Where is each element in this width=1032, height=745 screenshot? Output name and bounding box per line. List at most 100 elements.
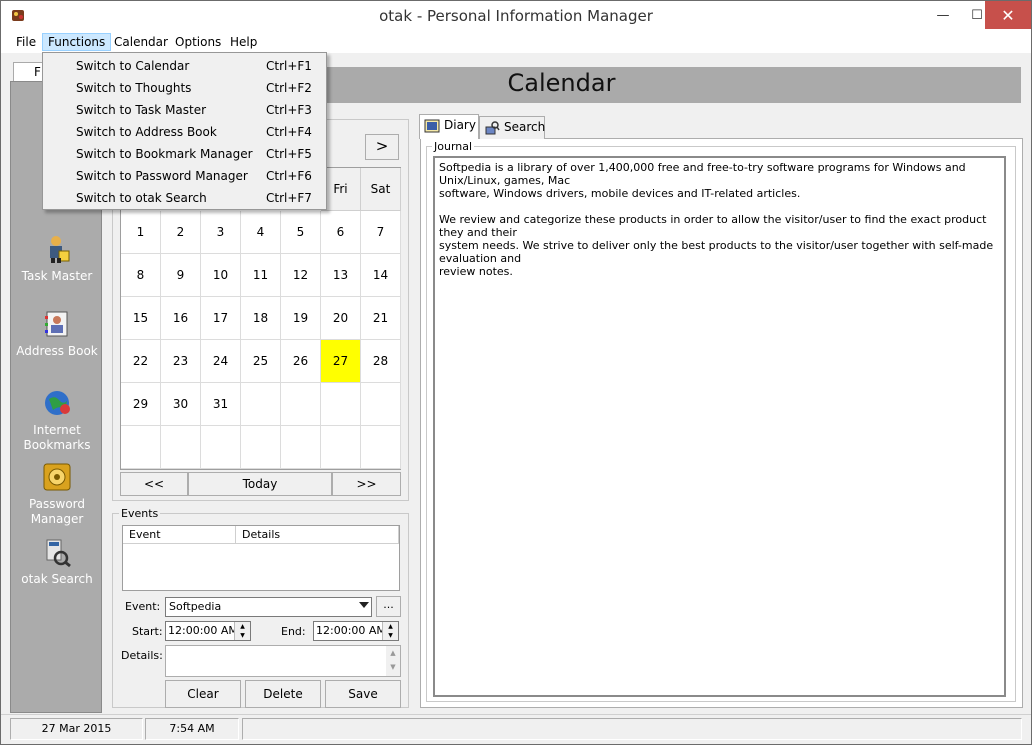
calendar-day-9[interactable]: 9: [161, 254, 201, 297]
calendar-day-empty[interactable]: [121, 426, 161, 469]
menu-item-switch-address-book[interactable]: Switch to Address Book Ctrl+F4: [43, 121, 326, 143]
calendar-day-20[interactable]: 20: [321, 297, 361, 340]
calendar-day-28[interactable]: 28: [361, 340, 401, 383]
password-safe-icon: [43, 463, 71, 491]
next-month-button[interactable]: >: [365, 134, 399, 160]
calendar-day-24[interactable]: 24: [201, 340, 241, 383]
calendar-day-7[interactable]: 7: [361, 211, 401, 254]
menu-item-switch-task-master[interactable]: Switch to Task Master Ctrl+F3: [43, 99, 326, 121]
calendar-day-empty[interactable]: [361, 383, 401, 426]
end-label: End:: [281, 625, 306, 638]
journal-textarea[interactable]: Softpedia is a library of over 1,400,000…: [433, 156, 1006, 697]
event-combo[interactable]: Softpedia: [165, 597, 372, 617]
calendar-day-10[interactable]: 10: [201, 254, 241, 297]
calendar-day-empty[interactable]: [361, 426, 401, 469]
end-time-value: 12:00:00 AM: [316, 624, 386, 637]
calendar-day-3[interactable]: 3: [201, 211, 241, 254]
calendar-day-4[interactable]: 4: [241, 211, 281, 254]
calendar-day-22[interactable]: 22: [121, 340, 161, 383]
calendar-day-17[interactable]: 17: [201, 297, 241, 340]
calendar-day-21[interactable]: 21: [361, 297, 401, 340]
column-details[interactable]: Details: [236, 526, 399, 544]
title-bar[interactable]: otak - Personal Information Manager — ☐ …: [1, 1, 1031, 31]
calendar-day-15[interactable]: 15: [121, 297, 161, 340]
sidebar-item-label: Internet Bookmarks: [23, 423, 91, 452]
sidebar-item-bookmarks[interactable]: Internet Bookmarks: [11, 387, 103, 453]
calendar-day-11[interactable]: 11: [241, 254, 281, 297]
calendar-day-empty[interactable]: [321, 383, 361, 426]
calendar-day-19[interactable]: 19: [281, 297, 321, 340]
column-event[interactable]: Event: [123, 526, 236, 544]
calendar-day-30[interactable]: 30: [161, 383, 201, 426]
menu-calendar[interactable]: Calendar: [109, 33, 173, 51]
menu-item-switch-bookmark-manager[interactable]: Switch to Bookmark Manager Ctrl+F5: [43, 143, 326, 165]
sidebar-item-address-book[interactable]: Address Book: [11, 308, 103, 359]
calendar-day-26[interactable]: 26: [281, 340, 321, 383]
calendar-day-14[interactable]: 14: [361, 254, 401, 297]
menu-help[interactable]: Help: [225, 33, 262, 51]
menu-file[interactable]: File: [11, 33, 41, 51]
calendar-day-empty[interactable]: [281, 383, 321, 426]
events-list[interactable]: Event Details: [122, 525, 400, 591]
menu-item-switch-otak-search[interactable]: Switch to otak Search Ctrl+F7: [43, 187, 326, 209]
event-more-button[interactable]: ...: [376, 596, 401, 617]
calendar-day-12[interactable]: 12: [281, 254, 321, 297]
sidebar-item-otak-search[interactable]: otak Search: [11, 536, 103, 587]
calendar-day-1[interactable]: 1: [121, 211, 161, 254]
address-book-icon: [45, 311, 68, 337]
calendar-day-empty[interactable]: [241, 426, 281, 469]
app-window: otak - Personal Information Manager — ☐ …: [0, 0, 1032, 745]
chevron-down-icon[interactable]: [359, 602, 369, 608]
menu-item-switch-calendar[interactable]: Switch to Calendar Ctrl+F1: [43, 55, 326, 77]
calendar-day-27[interactable]: 27: [321, 340, 361, 383]
menu-item-switch-thoughts[interactable]: Switch to Thoughts Ctrl+F2: [43, 77, 326, 99]
menu-functions[interactable]: Functions: [42, 33, 112, 51]
today-button[interactable]: Today: [188, 472, 332, 496]
calendar-day-8[interactable]: 8: [121, 254, 161, 297]
sidebar-item-password-manager[interactable]: Password Manager: [11, 461, 103, 527]
save-button[interactable]: Save: [325, 680, 401, 708]
calendar-day-13[interactable]: 13: [321, 254, 361, 297]
tab-search[interactable]: Search: [479, 116, 545, 139]
details-input[interactable]: ▲ ▼: [165, 645, 401, 677]
close-button[interactable]: ✕: [985, 1, 1031, 29]
calendar-day-5[interactable]: 5: [281, 211, 321, 254]
calendar-day-18[interactable]: 18: [241, 297, 281, 340]
start-label: Start:: [132, 625, 163, 638]
calendar-day-empty[interactable]: [281, 426, 321, 469]
calendar-day-2[interactable]: 2: [161, 211, 201, 254]
start-time-spinner[interactable]: ▲ ▼: [234, 622, 250, 640]
calendar-day-empty[interactable]: [321, 426, 361, 469]
calendar-day-23[interactable]: 23: [161, 340, 201, 383]
calendar-day-empty[interactable]: [241, 383, 281, 426]
tab-label: Search: [504, 120, 546, 134]
delete-button[interactable]: Delete: [245, 680, 321, 708]
clear-button[interactable]: Clear: [165, 680, 241, 708]
calendar-day-16[interactable]: 16: [161, 297, 201, 340]
end-time-input[interactable]: 12:00:00 AM ▲ ▼: [313, 621, 399, 641]
sidebar-item-label: Task Master: [21, 269, 93, 283]
calendar-day-31[interactable]: 31: [201, 383, 241, 426]
end-time-spinner[interactable]: ▲ ▼: [382, 622, 398, 640]
next-month-nav-button[interactable]: >>: [332, 472, 401, 496]
calendar-day-25[interactable]: 25: [241, 340, 281, 383]
sidebar-item-label: Password Manager: [28, 497, 86, 526]
calendar-day-6[interactable]: 6: [321, 211, 361, 254]
tab-diary[interactable]: Diary: [419, 114, 479, 139]
diary-icon: [424, 119, 440, 133]
day-header-fri: Fri: [321, 168, 361, 211]
menu-item-switch-password-manager[interactable]: Switch to Password Manager Ctrl+F6: [43, 165, 326, 187]
start-time-value: 12:00:00 AM: [168, 624, 238, 637]
calendar-day-29[interactable]: 29: [121, 383, 161, 426]
calendar-day-empty[interactable]: [201, 426, 241, 469]
prev-month-button[interactable]: <<: [120, 472, 188, 496]
calendar-day-empty[interactable]: [161, 426, 201, 469]
details-scrollbar[interactable]: ▲ ▼: [386, 646, 400, 676]
events-group-label: Events: [119, 507, 161, 520]
sidebar-item-task-master[interactable]: Task Master: [11, 233, 103, 284]
menu-options[interactable]: Options: [170, 33, 226, 51]
left-panel-tab[interactable]: F: [13, 62, 43, 82]
start-time-input[interactable]: 12:00:00 AM ▲ ▼: [165, 621, 251, 641]
minimize-button[interactable]: —: [926, 1, 960, 29]
status-bar: 27 Mar 2015 7:54 AM: [1, 714, 1031, 744]
